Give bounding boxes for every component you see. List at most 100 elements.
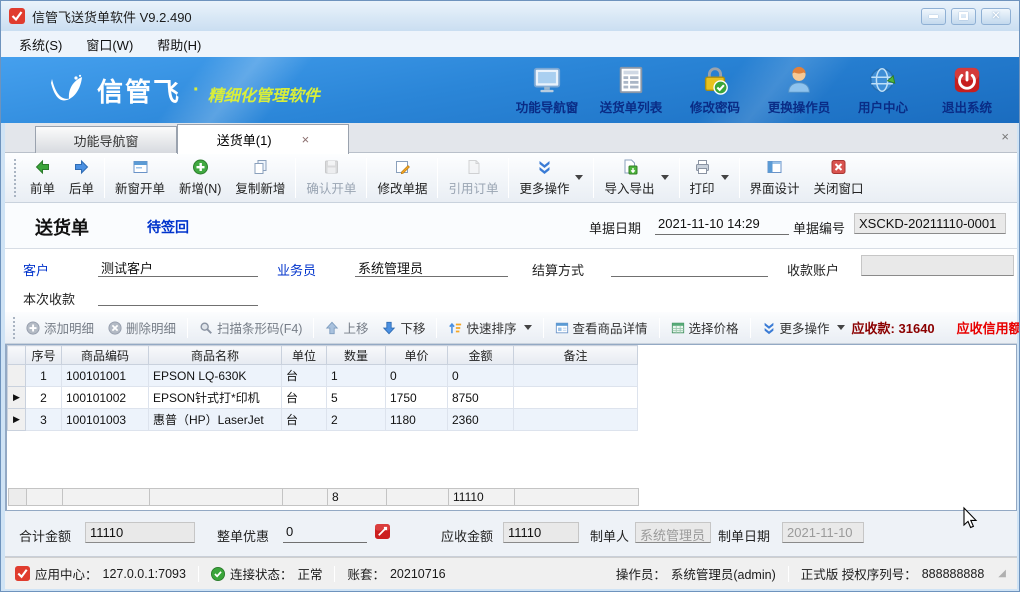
cell-note[interactable]: [514, 409, 638, 431]
more-actions-button[interactable]: 更多操作: [512, 156, 590, 200]
payment-field[interactable]: [98, 285, 258, 306]
cell-code[interactable]: 100101001: [62, 365, 149, 387]
prev-doc-button[interactable]: 前单: [23, 156, 62, 200]
strip-close-icon[interactable]: ×: [1001, 129, 1009, 144]
row-selector[interactable]: [8, 365, 26, 387]
cell-name[interactable]: 惠普（HP）LaserJet: [149, 409, 282, 431]
globe-icon: [868, 65, 898, 95]
import-export-button[interactable]: 导入导出: [597, 156, 675, 200]
select-price-button[interactable]: 选择价格: [664, 318, 746, 337]
license-status: 正式版 授权序列号： 888888888: [801, 564, 985, 583]
row-selector[interactable]: ▶: [8, 409, 26, 431]
cell-code[interactable]: 100101002: [62, 387, 149, 409]
doc-date-field[interactable]: 2021-11-10 14:29: [655, 214, 789, 235]
header-code[interactable]: 商品编码: [62, 346, 149, 365]
maximize-button[interactable]: [951, 8, 976, 25]
tab-nav-window[interactable]: 功能导航窗: [35, 126, 177, 153]
minimize-button[interactable]: [921, 8, 946, 25]
header-price[interactable]: 单价: [386, 346, 448, 365]
grid-header-row: 序号 商品编码 商品名称 单位 数量 单价 金额 备注: [8, 346, 638, 365]
customer-field[interactable]: 测试客户: [98, 256, 258, 277]
cell-qty[interactable]: 5: [327, 387, 386, 409]
cell-amount[interactable]: 0: [448, 365, 514, 387]
connection-status: 连接状态： 正常: [211, 564, 323, 583]
close-button[interactable]: ✕: [981, 8, 1011, 25]
settlement-field[interactable]: [611, 256, 768, 277]
print-button[interactable]: 打印: [683, 156, 736, 200]
add-new-button[interactable]: 新增(N): [172, 156, 228, 200]
table-row[interactable]: 1 100101001 EPSON LQ-630K 台 1 0 0: [8, 365, 638, 387]
menu-window[interactable]: 窗口(W): [74, 32, 145, 57]
cell-seq[interactable]: 3: [26, 409, 62, 431]
cell-seq[interactable]: 1: [26, 365, 62, 387]
print-icon: [694, 159, 711, 175]
edit-icon: [394, 159, 411, 175]
next-doc-button[interactable]: 后单: [62, 156, 101, 200]
user-center-button[interactable]: 用户中心: [841, 61, 925, 116]
resize-grip[interactable]: ◢: [998, 568, 1007, 579]
close-window-button[interactable]: 关闭窗口: [807, 156, 871, 200]
app-logo-icon: [15, 566, 30, 581]
copy-new-button[interactable]: 复制新增: [228, 156, 292, 200]
grid-body: 1 100101001 EPSON LQ-630K 台 1 0 0 ▶ 2 10…: [8, 365, 638, 431]
detail-toolbar: 添加明细 删除明细 扫描条形码(F4) 上移 下移 快速排序: [5, 312, 1017, 344]
header-note[interactable]: 备注: [514, 346, 638, 365]
separator: [366, 158, 367, 198]
switch-operator-button[interactable]: 更换操作员: [757, 61, 841, 116]
account-field[interactable]: [861, 255, 1014, 276]
header-seq[interactable]: 序号: [26, 346, 62, 365]
power-icon: [952, 65, 982, 95]
move-down-icon: [382, 321, 396, 335]
ui-design-button[interactable]: 界面设计: [743, 156, 807, 200]
cell-unit[interactable]: 台: [282, 409, 327, 431]
cell-code[interactable]: 100101003: [62, 409, 149, 431]
header-amount[interactable]: 金额: [448, 346, 514, 365]
row-selector[interactable]: ▶: [8, 387, 26, 409]
tab-delivery-order[interactable]: 送货单(1) ×: [177, 124, 349, 154]
nav-window-button[interactable]: 功能导航窗: [505, 61, 589, 116]
quick-sort-button[interactable]: 快速排序: [441, 318, 538, 337]
table-row[interactable]: ▶ 2 100101002 EPSON针式打*印机 台 5 1750 8750: [8, 387, 638, 409]
cell-price[interactable]: 1750: [386, 387, 448, 409]
change-password-button[interactable]: 修改密码: [673, 61, 757, 116]
cell-amount[interactable]: 2360: [448, 409, 514, 431]
cell-unit[interactable]: 台: [282, 387, 327, 409]
separator: [187, 318, 188, 338]
view-product-detail-button[interactable]: 查看商品详情: [548, 318, 655, 337]
separator: [739, 158, 740, 198]
cell-price[interactable]: 0: [386, 365, 448, 387]
new-window-doc-button[interactable]: 新窗开单: [108, 156, 172, 200]
copy-icon: [252, 159, 269, 175]
move-down-button[interactable]: 下移: [375, 318, 432, 337]
doc-no-field[interactable]: XSCKD-20211110-0001: [854, 213, 1006, 234]
table-row[interactable]: ▶ 3 100101003 惠普（HP）LaserJet 台 2 1180 23…: [8, 409, 638, 431]
discount-icon[interactable]: [375, 524, 390, 539]
salesman-field[interactable]: 系统管理员: [355, 256, 508, 277]
edit-doc-button[interactable]: 修改单据: [370, 156, 434, 200]
menu-system[interactable]: 系统(S): [7, 32, 74, 57]
cell-qty[interactable]: 1: [327, 365, 386, 387]
cell-name[interactable]: EPSON针式打*印机: [149, 387, 282, 409]
detail-more-actions-button[interactable]: 更多操作: [755, 318, 852, 337]
header-qty[interactable]: 数量: [327, 346, 386, 365]
header-unit[interactable]: 单位: [282, 346, 327, 365]
header-selector: [8, 346, 26, 365]
tab-close-icon[interactable]: ×: [302, 132, 310, 147]
exit-system-button[interactable]: 退出系统: [925, 61, 1009, 116]
cell-unit[interactable]: 台: [282, 365, 327, 387]
delivery-list-button[interactable]: 送货单列表: [589, 61, 673, 116]
separator: [436, 318, 437, 338]
cell-seq[interactable]: 2: [26, 387, 62, 409]
app-logo-icon: [9, 8, 25, 24]
header-name[interactable]: 商品名称: [149, 346, 282, 365]
cell-note[interactable]: [514, 387, 638, 409]
detail-window-icon: [555, 321, 569, 335]
cell-price[interactable]: 1180: [386, 409, 448, 431]
cell-name[interactable]: EPSON LQ-630K: [149, 365, 282, 387]
discount-field[interactable]: 0: [283, 522, 367, 543]
separator: [788, 566, 789, 582]
cell-note[interactable]: [514, 365, 638, 387]
menu-help[interactable]: 帮助(H): [145, 32, 213, 57]
cell-qty[interactable]: 2: [327, 409, 386, 431]
cell-amount[interactable]: 8750: [448, 387, 514, 409]
